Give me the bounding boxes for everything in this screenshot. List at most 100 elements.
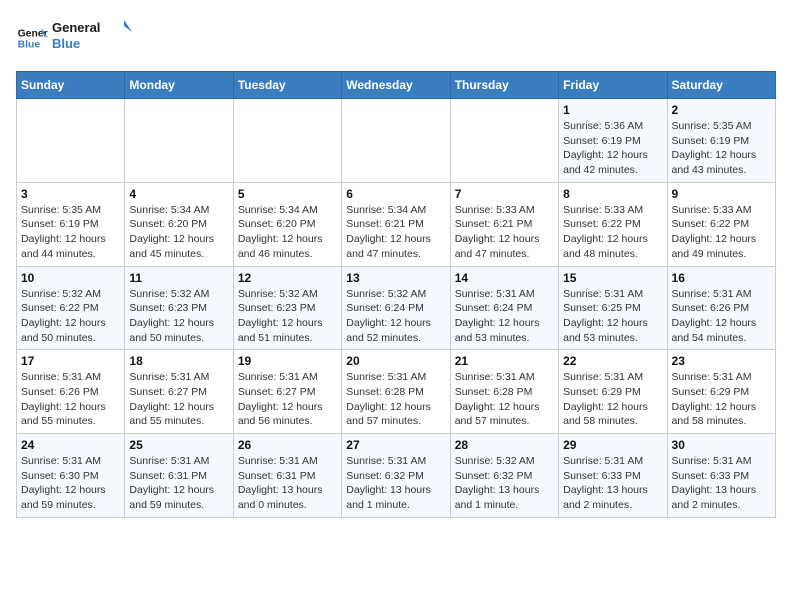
calendar-cell: 7 Sunrise: 5:33 AMSunset: 6:21 PMDaylight…: [450, 182, 558, 266]
week-row-2: 3 Sunrise: 5:35 AMSunset: 6:19 PMDaylight…: [17, 182, 776, 266]
day-number: 1: [563, 103, 662, 117]
calendar-cell: 26Sunrise: 5:31 AMSunset: 6:31 PMDayligh…: [233, 434, 341, 518]
day-info: Sunrise: 5:32 AMSunset: 6:23 PMDaylight:…: [129, 287, 228, 346]
weekday-header-monday: Monday: [125, 72, 233, 99]
calendar-cell: [17, 99, 125, 183]
day-info: Sunrise: 5:31 AMSunset: 6:33 PMDaylight:…: [672, 454, 771, 513]
day-number: 19: [238, 354, 337, 368]
day-number: 2: [672, 103, 771, 117]
day-number: 23: [672, 354, 771, 368]
day-number: 17: [21, 354, 120, 368]
day-info: Sunrise: 5:32 AMSunset: 6:24 PMDaylight:…: [346, 287, 445, 346]
day-info: Sunrise: 5:31 AMSunset: 6:28 PMDaylight:…: [346, 370, 445, 429]
day-info: Sunrise: 5:32 AMSunset: 6:23 PMDaylight:…: [238, 287, 337, 346]
calendar-cell: 20 Sunrise: 5:31 AMSunset: 6:28 PMDayligh…: [342, 350, 450, 434]
day-info: Sunrise: 5:31 AMSunset: 6:25 PMDaylight:…: [563, 287, 662, 346]
calendar-cell: [450, 99, 558, 183]
day-info: Sunrise: 5:31 AMSunset: 6:27 PMDaylight:…: [129, 370, 228, 429]
calendar-cell: 15 Sunrise: 5:31 AMSunset: 6:25 PMDayligh…: [559, 266, 667, 350]
day-number: 20: [346, 354, 445, 368]
calendar-cell: 10 Sunrise: 5:32 AMSunset: 6:22 PMDayligh…: [17, 266, 125, 350]
logo: General Blue General Blue: [16, 16, 132, 59]
weekday-header-wednesday: Wednesday: [342, 72, 450, 99]
calendar-cell: 16 Sunrise: 5:31 AMSunset: 6:26 PMDayligh…: [667, 266, 775, 350]
day-info: Sunrise: 5:33 AMSunset: 6:21 PMDaylight:…: [455, 203, 554, 262]
weekday-header-thursday: Thursday: [450, 72, 558, 99]
calendar-cell: 29 Sunrise: 5:31 AMSunset: 6:33 PMDayligh…: [559, 434, 667, 518]
day-info: Sunrise: 5:32 AMSunset: 6:22 PMDaylight:…: [21, 287, 120, 346]
calendar-cell: 24 Sunrise: 5:31 AMSunset: 6:30 PMDayligh…: [17, 434, 125, 518]
day-info: Sunrise: 5:31 AMSunset: 6:26 PMDaylight:…: [672, 287, 771, 346]
calendar-cell: 21 Sunrise: 5:31 AMSunset: 6:28 PMDayligh…: [450, 350, 558, 434]
day-number: 21: [455, 354, 554, 368]
day-number: 3: [21, 187, 120, 201]
calendar-cell: 6Sunrise: 5:34 AMSunset: 6:21 PMDaylight…: [342, 182, 450, 266]
day-info: Sunrise: 5:31 AMSunset: 6:33 PMDaylight:…: [563, 454, 662, 513]
weekday-header-tuesday: Tuesday: [233, 72, 341, 99]
weekday-header-friday: Friday: [559, 72, 667, 99]
calendar-cell: 11 Sunrise: 5:32 AMSunset: 6:23 PMDayligh…: [125, 266, 233, 350]
weekday-header-saturday: Saturday: [667, 72, 775, 99]
day-info: Sunrise: 5:31 AMSunset: 6:27 PMDaylight:…: [238, 370, 337, 429]
day-number: 25: [129, 438, 228, 452]
day-number: 11: [129, 271, 228, 285]
day-info: Sunrise: 5:34 AMSunset: 6:20 PMDaylight:…: [129, 203, 228, 262]
day-number: 7: [455, 187, 554, 201]
page-header: General Blue General Blue: [16, 16, 776, 59]
weekday-header-sunday: Sunday: [17, 72, 125, 99]
week-row-4: 17 Sunrise: 5:31 AMSunset: 6:26 PMDayligh…: [17, 350, 776, 434]
calendar-cell: 18 Sunrise: 5:31 AMSunset: 6:27 PMDayligh…: [125, 350, 233, 434]
day-number: 22: [563, 354, 662, 368]
calendar-cell: 19 Sunrise: 5:31 AMSunset: 6:27 PMDayligh…: [233, 350, 341, 434]
calendar-cell: 2 Sunrise: 5:35 AMSunset: 6:19 PMDaylight…: [667, 99, 775, 183]
day-info: Sunrise: 5:35 AMSunset: 6:19 PMDaylight:…: [21, 203, 120, 262]
calendar-cell: 22 Sunrise: 5:31 AMSunset: 6:29 PMDayligh…: [559, 350, 667, 434]
day-info: Sunrise: 5:31 AMSunset: 6:29 PMDaylight:…: [672, 370, 771, 429]
calendar-cell: [125, 99, 233, 183]
day-info: Sunrise: 5:31 AMSunset: 6:32 PMDaylight:…: [346, 454, 445, 513]
calendar-cell: 27 Sunrise: 5:31 AMSunset: 6:32 PMDayligh…: [342, 434, 450, 518]
day-info: Sunrise: 5:31 AMSunset: 6:24 PMDaylight:…: [455, 287, 554, 346]
day-number: 16: [672, 271, 771, 285]
day-number: 28: [455, 438, 554, 452]
calendar-cell: 13 Sunrise: 5:32 AMSunset: 6:24 PMDayligh…: [342, 266, 450, 350]
day-info: Sunrise: 5:31 AMSunset: 6:26 PMDaylight:…: [21, 370, 120, 429]
day-info: Sunrise: 5:31 AMSunset: 6:29 PMDaylight:…: [563, 370, 662, 429]
day-number: 12: [238, 271, 337, 285]
day-number: 9: [672, 187, 771, 201]
day-info: Sunrise: 5:35 AMSunset: 6:19 PMDaylight:…: [672, 119, 771, 178]
calendar-cell: 30Sunrise: 5:31 AMSunset: 6:33 PMDayligh…: [667, 434, 775, 518]
calendar-cell: 3 Sunrise: 5:35 AMSunset: 6:19 PMDaylight…: [17, 182, 125, 266]
day-number: 10: [21, 271, 120, 285]
day-info: Sunrise: 5:31 AMSunset: 6:30 PMDaylight:…: [21, 454, 120, 513]
calendar-cell: [233, 99, 341, 183]
svg-text:Blue: Blue: [18, 39, 41, 50]
day-number: 15: [563, 271, 662, 285]
day-info: Sunrise: 5:33 AMSunset: 6:22 PMDaylight:…: [672, 203, 771, 262]
calendar-cell: 28 Sunrise: 5:32 AMSunset: 6:32 PMDayligh…: [450, 434, 558, 518]
week-row-5: 24 Sunrise: 5:31 AMSunset: 6:30 PMDayligh…: [17, 434, 776, 518]
day-info: Sunrise: 5:34 AMSunset: 6:20 PMDaylight:…: [238, 203, 337, 262]
day-info: Sunrise: 5:31 AMSunset: 6:31 PMDaylight:…: [129, 454, 228, 513]
day-number: 8: [563, 187, 662, 201]
day-number: 13: [346, 271, 445, 285]
week-row-1: 1Sunrise: 5:36 AMSunset: 6:19 PMDaylight…: [17, 99, 776, 183]
calendar-cell: 25 Sunrise: 5:31 AMSunset: 6:31 PMDayligh…: [125, 434, 233, 518]
day-info: Sunrise: 5:32 AMSunset: 6:32 PMDaylight:…: [455, 454, 554, 513]
day-number: 27: [346, 438, 445, 452]
day-info: Sunrise: 5:31 AMSunset: 6:28 PMDaylight:…: [455, 370, 554, 429]
day-number: 18: [129, 354, 228, 368]
day-number: 29: [563, 438, 662, 452]
day-number: 24: [21, 438, 120, 452]
day-number: 4: [129, 187, 228, 201]
calendar-cell: 12 Sunrise: 5:32 AMSunset: 6:23 PMDayligh…: [233, 266, 341, 350]
calendar-cell: 9 Sunrise: 5:33 AMSunset: 6:22 PMDaylight…: [667, 182, 775, 266]
logo-icon: General Blue: [16, 22, 48, 54]
calendar-cell: 17 Sunrise: 5:31 AMSunset: 6:26 PMDayligh…: [17, 350, 125, 434]
calendar-cell: 8Sunrise: 5:33 AMSunset: 6:22 PMDaylight…: [559, 182, 667, 266]
day-info: Sunrise: 5:34 AMSunset: 6:21 PMDaylight:…: [346, 203, 445, 262]
calendar-cell: [342, 99, 450, 183]
day-number: 5: [238, 187, 337, 201]
day-info: Sunrise: 5:31 AMSunset: 6:31 PMDaylight:…: [238, 454, 337, 513]
svg-text:General: General: [52, 20, 100, 35]
